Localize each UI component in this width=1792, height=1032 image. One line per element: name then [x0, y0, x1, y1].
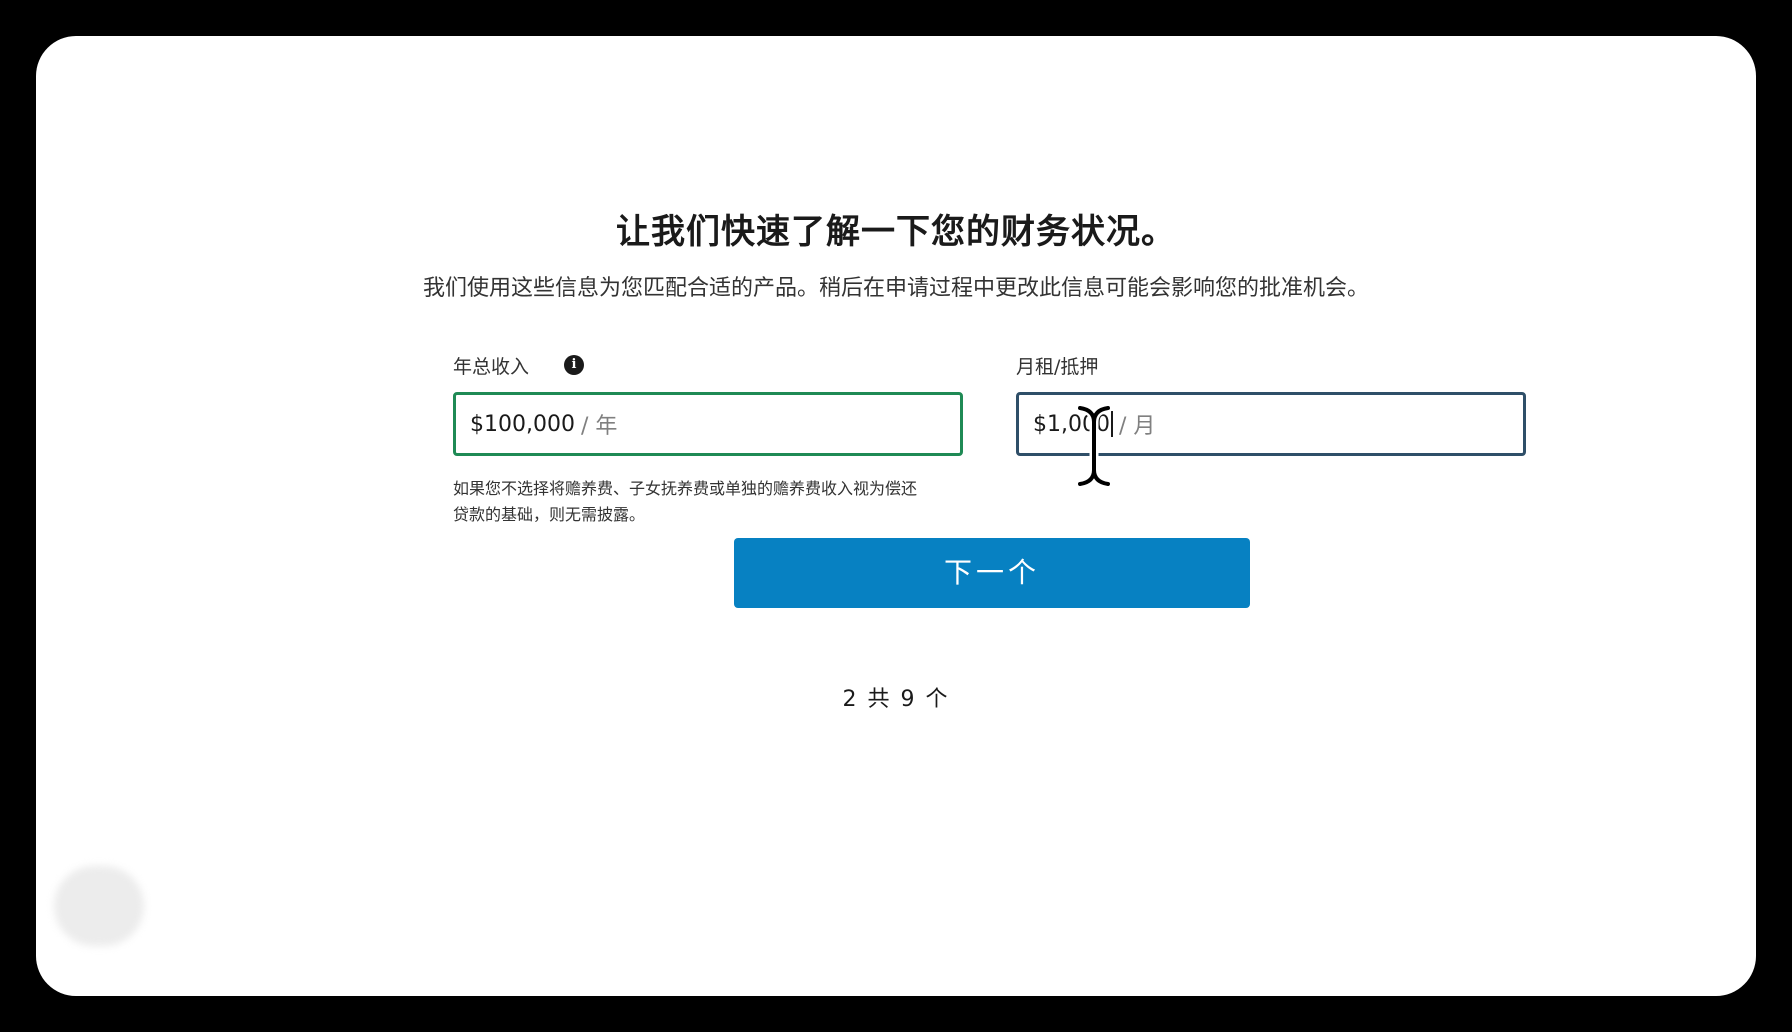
next-button[interactable]: 下一个 [734, 538, 1250, 608]
monthly-housing-suffix: / 月 [1118, 414, 1156, 439]
annual-income-value: $100,000 [470, 411, 575, 437]
income-helper-line: 如果您不选择将赡养费、子女抚养费或单独的赡养费收入视为偿还 [453, 479, 918, 498]
info-icon[interactable]: i [564, 355, 584, 375]
income-helper-text: 如果您不选择将赡养费、子女抚养费或单独的赡养费收入视为偿还 贷款的基础，则无需披… [453, 476, 973, 528]
income-label: 年总收入 [453, 356, 530, 378]
page-title: 让我们快速了解一下您的财务状况。 [616, 212, 1176, 252]
page-card: 让我们快速了解一下您的财务状况。 我们使用这些信息为您匹配合适的产品。稍后在申请… [36, 36, 1756, 996]
step-indicator: 2 共 9 个 [842, 687, 950, 712]
text-cursor-icon [1075, 404, 1113, 488]
income-helper-line: 贷款的基础，则无需披露。 [453, 505, 646, 524]
housing-label: 月租/抵押 [1016, 356, 1099, 378]
annual-income-suffix: / 年 [580, 414, 618, 439]
annual-income-input[interactable]: $100,000 / 年 [453, 392, 963, 456]
page-subtitle: 我们使用这些信息为您匹配合适的产品。稍后在申请过程中更改此信息可能会影响您的批准… [422, 276, 1369, 301]
avatar [54, 866, 144, 946]
